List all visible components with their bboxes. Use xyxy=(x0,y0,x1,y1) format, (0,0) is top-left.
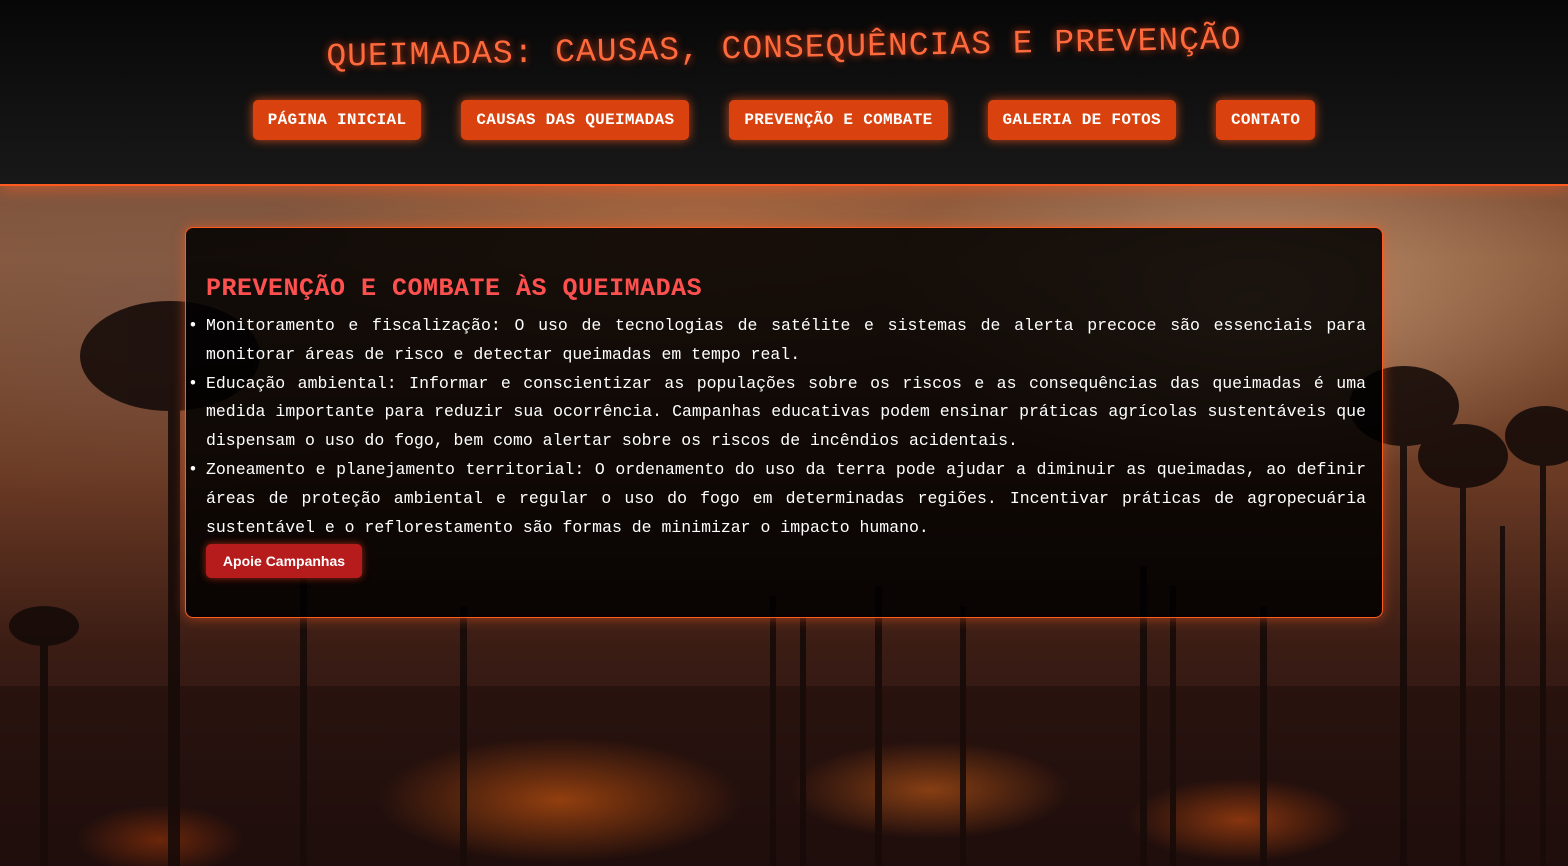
list-item-text: Monitoramento e fiscalização: O uso de t… xyxy=(206,316,1366,364)
main-nav: PÁGINA INICIAL CAUSAS DAS QUEIMADAS PREV… xyxy=(0,100,1568,140)
support-campaigns-button[interactable]: Apoie Campanhas xyxy=(206,544,362,578)
site-header: QUEIMADAS: CAUSAS, CONSEQUÊNCIAS E PREVE… xyxy=(0,0,1568,186)
site-title: QUEIMADAS: CAUSAS, CONSEQUÊNCIAS E PREVE… xyxy=(326,21,1242,76)
prevention-list: • Monitoramento e fiscalização: O uso de… xyxy=(188,312,1366,542)
nav-prevention[interactable]: PREVENÇÃO E COMBATE xyxy=(729,100,948,140)
list-item-text: Educação ambiental: Informar e conscient… xyxy=(206,373,1366,451)
bullet-icon: • xyxy=(188,373,198,393)
prevention-panel: PREVENÇÃO E COMBATE ÀS QUEIMADAS • Monit… xyxy=(185,227,1383,618)
nav-contact[interactable]: CONTATO xyxy=(1215,100,1316,140)
nav-causes[interactable]: CAUSAS DAS QUEIMADAS xyxy=(461,100,690,140)
list-item: • Zoneamento e planejamento territorial:… xyxy=(188,456,1366,542)
nav-home[interactable]: PÁGINA INICIAL xyxy=(252,100,422,140)
list-item-text: Zoneamento e planejamento territorial: O… xyxy=(206,459,1366,537)
list-item: • Educação ambiental: Informar e conscie… xyxy=(188,370,1366,456)
section-title: PREVENÇÃO E COMBATE ÀS QUEIMADAS xyxy=(206,274,703,303)
bullet-icon: • xyxy=(188,316,198,335)
list-item: • Monitoramento e fiscalização: O uso de… xyxy=(188,312,1366,370)
nav-gallery[interactable]: GALERIA DE FOTOS xyxy=(987,100,1176,140)
bullet-icon: • xyxy=(188,459,198,479)
